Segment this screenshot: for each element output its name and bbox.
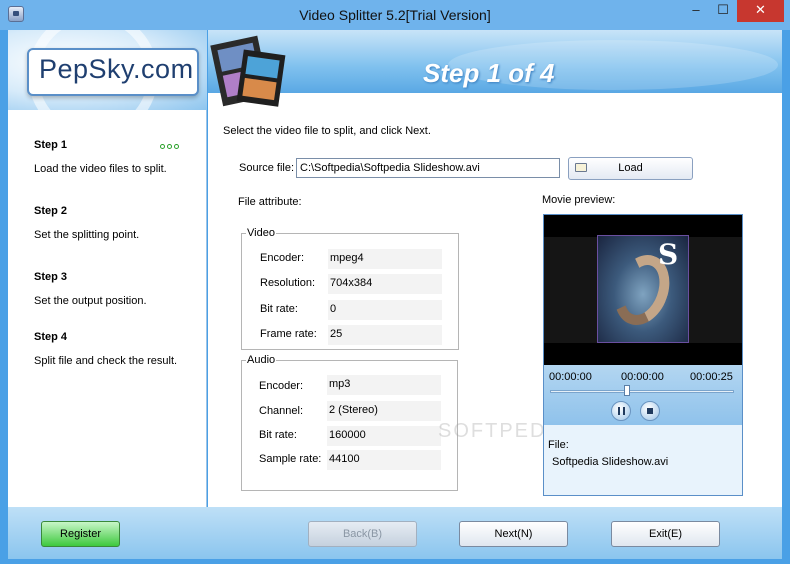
video-framerate-value: 25: [328, 325, 442, 345]
main-content: Step 1 of 4 Select the video file to spl…: [208, 30, 782, 507]
video-encoder-value: mpeg4: [328, 249, 442, 269]
load-button[interactable]: Load: [568, 157, 693, 180]
back-button[interactable]: Back(B): [308, 521, 417, 547]
step-3: Step 3 Set the output position.: [34, 271, 147, 307]
playback-controls: 00:00:00 00:00:00 00:00:25: [544, 365, 742, 425]
source-file-label: Source file:: [239, 162, 295, 174]
step-desc: Set the output position.: [34, 295, 147, 307]
movie-preview-label: Movie preview:: [542, 194, 616, 206]
video-framerate-label: Frame rate:: [260, 328, 317, 340]
next-button[interactable]: Next(N): [459, 521, 568, 547]
time-end: 00:00:25: [690, 371, 733, 383]
video-group: Video Encoder: mpeg4 Resolution: 704x384…: [241, 227, 459, 350]
bottom-button-bar: Register Back(B) Next(N) Exit(E): [8, 507, 782, 559]
audio-bitrate-value: 160000: [327, 426, 441, 446]
instruction-text: Select the video file to split, and clic…: [223, 125, 431, 137]
video-resolution-value: 704x384: [328, 274, 442, 294]
window-title: Video Splitter 5.2[Trial Version]: [299, 7, 491, 23]
audio-group: Audio Encoder: mp3 Channel: 2 (Stereo) B…: [241, 354, 458, 491]
audio-encoder-value: mp3: [327, 375, 441, 395]
logo-area: PepSky.com: [8, 30, 207, 110]
stop-button[interactable]: [640, 401, 660, 421]
step-1: Step 1 Load the video files to split.: [34, 139, 167, 175]
register-button[interactable]: Register: [41, 521, 120, 547]
source-file-input[interactable]: [296, 158, 560, 178]
video-bitrate-value: 0: [328, 300, 442, 320]
step-title: Step 1: [34, 139, 68, 151]
audio-channel-label: Channel:: [259, 405, 304, 417]
steps-sidebar: PepSky.com Step 1 Load the video files t…: [8, 30, 207, 507]
time-current: 00:00:00: [621, 371, 664, 383]
exit-button[interactable]: Exit(E): [611, 521, 720, 547]
seek-slider-track[interactable]: [550, 390, 734, 393]
video-frame-thumbnail: S: [597, 235, 689, 343]
seek-slider-thumb[interactable]: [624, 385, 631, 396]
file-label: File:: [548, 439, 569, 451]
step-desc: Split file and check the result.: [34, 355, 178, 367]
audio-samplerate-label: Sample rate:: [259, 453, 322, 465]
video-resolution-label: Resolution:: [260, 277, 316, 289]
step-2: Step 2 Set the splitting point.: [34, 205, 139, 241]
step-title: Step 3: [34, 271, 68, 283]
video-encoder-label: Encoder:: [260, 252, 305, 264]
title-bar: Video Splitter 5.2[Trial Version] – ☐ ✕: [0, 0, 790, 30]
pause-button[interactable]: [611, 401, 631, 421]
audio-samplerate-value: 44100: [327, 450, 441, 470]
file-attribute-label: File attribute:: [238, 196, 302, 208]
pepsky-logo: PepSky.com: [27, 48, 199, 96]
file-name: Softpedia Slideshow.avi: [552, 456, 669, 468]
thumbnail-letter: S: [658, 238, 679, 271]
load-button-label: Load: [618, 162, 643, 174]
close-button[interactable]: ✕: [737, 0, 784, 22]
folder-icon: [575, 163, 587, 172]
video-bitrate-label: Bit rate:: [260, 303, 298, 315]
movie-preview-panel: S 00:00:00 00:00:00 00:00:25 File: Softp…: [543, 214, 743, 496]
film-strip-icon: [210, 35, 286, 107]
current-step-indicator-icon: [160, 141, 181, 152]
time-start: 00:00:00: [549, 371, 592, 383]
audio-encoder-label: Encoder:: [259, 380, 304, 392]
maximize-button[interactable]: ☐: [710, 0, 736, 22]
step-title: Step 4: [34, 331, 68, 343]
step-4: Step 4 Split file and check the result.: [34, 331, 177, 367]
video-display: S: [544, 215, 742, 365]
step-title: Step 2: [34, 205, 68, 217]
stop-icon: [647, 408, 653, 414]
audio-bitrate-label: Bit rate:: [259, 429, 297, 441]
audio-group-legend: Audio: [246, 354, 277, 366]
header-banner: Step 1 of 4: [208, 30, 782, 107]
audio-channel-value: 2 (Stereo): [327, 401, 441, 421]
step-heading: Step 1 of 4: [423, 58, 555, 88]
pause-icon: [618, 407, 625, 415]
minimize-button[interactable]: –: [683, 0, 709, 22]
logo-text: PepSky.com: [39, 54, 194, 84]
step-desc: Set the splitting point.: [34, 229, 140, 241]
step-desc: Load the video files to split.: [34, 163, 167, 175]
video-group-legend: Video: [246, 227, 276, 239]
